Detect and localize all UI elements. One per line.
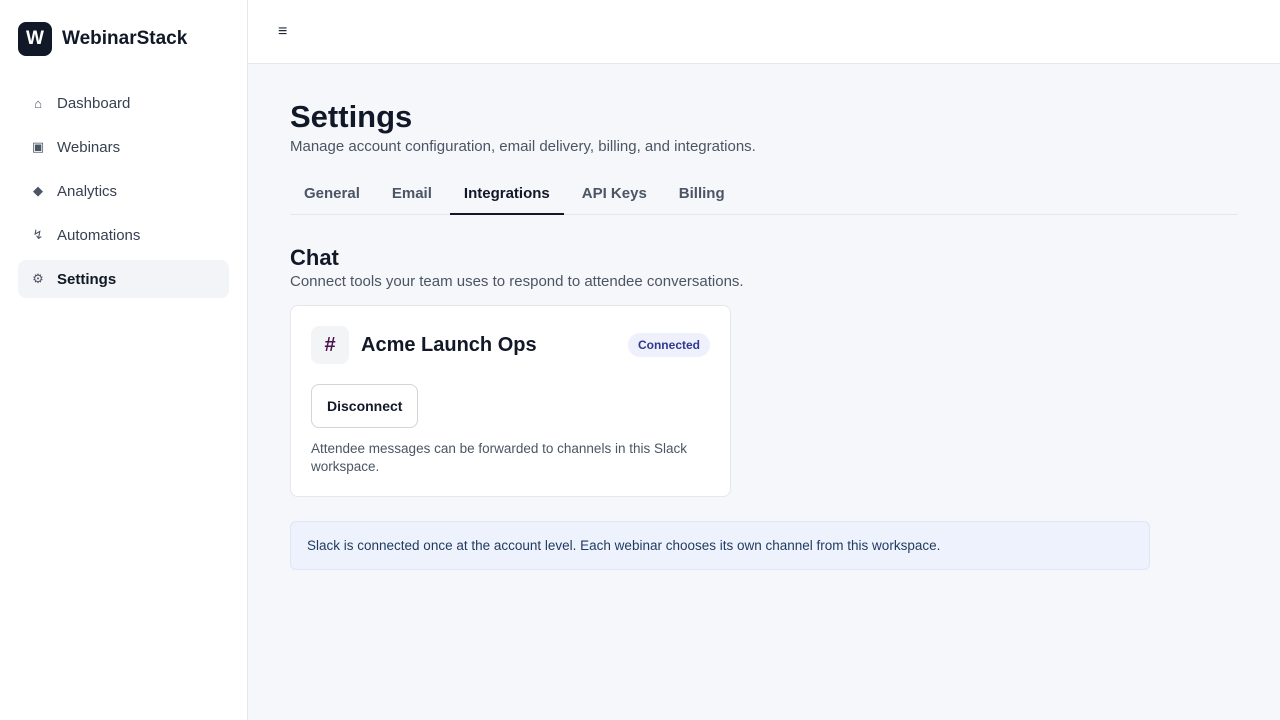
home-icon: ⌂ <box>34 95 42 111</box>
card-header: # Acme Launch Ops Connected <box>311 326 710 364</box>
tab-api-keys[interactable]: API Keys <box>568 185 661 214</box>
slack-icon: # <box>311 326 349 364</box>
automation-icon: ↯ <box>32 227 44 242</box>
sidebar-item-settings[interactable]: ⚙ Settings <box>18 260 229 298</box>
brand[interactable]: W WebinarStack <box>18 22 229 56</box>
settings-content: Settings Manage account configuration, e… <box>248 64 1280 570</box>
info-banner: Slack is connected once at the account l… <box>290 521 1150 570</box>
analytics-icon: ◆ <box>33 183 43 198</box>
section-title: Chat <box>290 245 339 270</box>
sidebar-item-automations[interactable]: ↯ Automations <box>18 216 229 254</box>
tab-billing[interactable]: Billing <box>665 185 739 214</box>
video-icon: ▣ <box>31 139 45 154</box>
disconnect-button[interactable]: Disconnect <box>311 384 419 428</box>
status-badge: Connected <box>627 333 710 357</box>
slack-integration-card: # Acme Launch Ops Connected Disconnect A… <box>290 305 731 497</box>
sidebar-nav: ⌂ Dashboard ▣ Webinars ◆ Analytics ↯ Aut… <box>18 84 229 298</box>
sidebar-item-analytics[interactable]: ◆ Analytics <box>18 172 229 210</box>
sidebar-item-label: Automations <box>57 226 141 244</box>
sidebar-item-webinars[interactable]: ▣ Webinars <box>18 128 229 166</box>
sidebar-item-label: Settings <box>57 270 117 288</box>
app: W WebinarStack ⌂ Dashboard ▣ Webinars ◆ … <box>0 0 1280 720</box>
brand-name: WebinarStack <box>62 28 188 49</box>
sidebar: W WebinarStack ⌂ Dashboard ▣ Webinars ◆ … <box>0 0 248 720</box>
sidebar-item-dashboard[interactable]: ⌂ Dashboard <box>18 84 229 122</box>
tab-general[interactable]: General <box>290 185 374 214</box>
section-subtitle: Connect tools your team uses to respond … <box>290 273 744 290</box>
sidebar-item-label: Webinars <box>57 138 121 156</box>
tab-email[interactable]: Email <box>378 185 446 214</box>
page-title: Settings <box>290 99 413 134</box>
brand-logo: W <box>18 22 52 56</box>
gear-icon: ⚙ <box>32 271 44 286</box>
integration-note: Attendee messages can be forwarded to ch… <box>311 441 687 474</box>
sidebar-item-label: Analytics <box>57 182 118 200</box>
sidebar-item-label: Dashboard <box>57 94 131 112</box>
menu-icon[interactable]: ≡ <box>278 23 287 41</box>
topbar: ≡ <box>248 0 1280 64</box>
tab-integrations[interactable]: Integrations <box>449 185 564 215</box>
workspace-name: Acme Launch Ops <box>361 333 537 356</box>
page-subtitle: Manage account configuration, email deli… <box>290 138 756 155</box>
settings-tabs: General Email Integrations API Keys Bill… <box>290 185 1238 215</box>
main-area: ≡ Settings Manage account configuration,… <box>248 0 1280 720</box>
